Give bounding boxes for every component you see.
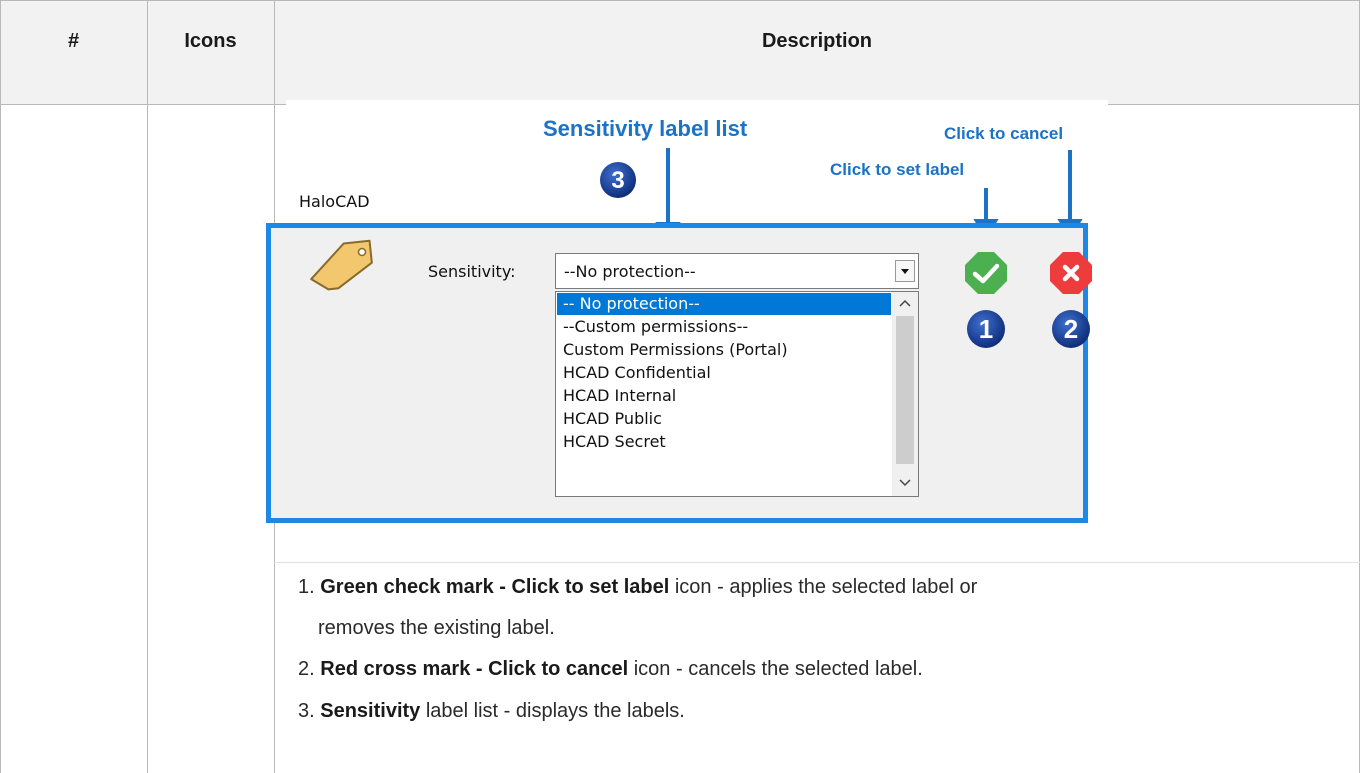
scroll-down-icon[interactable] <box>898 478 912 488</box>
list-item-hcad-internal[interactable]: HCAD Internal <box>557 385 891 407</box>
list-item-no-protection[interactable]: -- No protection-- <box>557 293 891 315</box>
sensitivity-label: Sensitivity: <box>428 262 516 281</box>
step-2: 2. Red cross mark - Click to cancel icon… <box>298 654 923 684</box>
badge-1-icon: 1 <box>967 310 1005 348</box>
step-3-bold: Sensitivity <box>320 700 421 722</box>
step-1-bold: Green check mark - Click to set label <box>320 576 670 598</box>
badge-2-text: 2 <box>1064 314 1078 344</box>
scroll-up-icon[interactable] <box>898 298 912 308</box>
step-2-bold: Red cross mark - Click to cancel <box>320 658 629 680</box>
check-mark-icon[interactable] <box>963 250 1009 296</box>
badge-1-text: 1 <box>979 314 993 344</box>
list-item-hcad-public[interactable]: HCAD Public <box>557 408 891 430</box>
row-divider <box>274 562 1360 563</box>
listbox-scrollbar[interactable] <box>892 292 918 496</box>
step-1-text: icon - applies the selected label or <box>669 576 978 598</box>
step-3-number: 3. <box>298 700 315 722</box>
step-3-text: label list - displays the labels. <box>420 700 685 722</box>
list-item-custom-permissions-portal[interactable]: Custom Permissions (Portal) <box>557 339 891 361</box>
sensitivity-combobox[interactable]: --No protection-- <box>555 253 919 289</box>
sensitivity-listbox[interactable]: -- No protection-- --Custom permissions-… <box>555 291 919 497</box>
combobox-value: --No protection-- <box>564 262 696 281</box>
step-2-number: 2. <box>298 658 315 680</box>
app-title: HaloCAD <box>299 192 370 211</box>
step-1-number: 1. <box>298 576 315 598</box>
dropdown-arrow-icon <box>901 269 909 274</box>
dropdown-button[interactable] <box>895 260 915 282</box>
list-item-hcad-confidential[interactable]: HCAD Confidential <box>557 362 891 384</box>
list-item-hcad-secret[interactable]: HCAD Secret <box>557 431 891 453</box>
list-item-custom-permissions[interactable]: --Custom permissions-- <box>557 316 891 338</box>
step-1-continuation: removes the existing label. <box>318 617 555 639</box>
cross-mark-icon[interactable] <box>1048 250 1094 296</box>
scrollbar-thumb[interactable] <box>896 316 914 464</box>
step-1: 1. Green check mark - Click to set label… <box>298 572 977 602</box>
step-2-text: icon - cancels the selected label. <box>628 658 923 680</box>
badge-2-icon: 2 <box>1052 310 1090 348</box>
tag-icon <box>310 239 373 291</box>
step-3: 3. Sensitivity label list - displays the… <box>298 696 685 726</box>
